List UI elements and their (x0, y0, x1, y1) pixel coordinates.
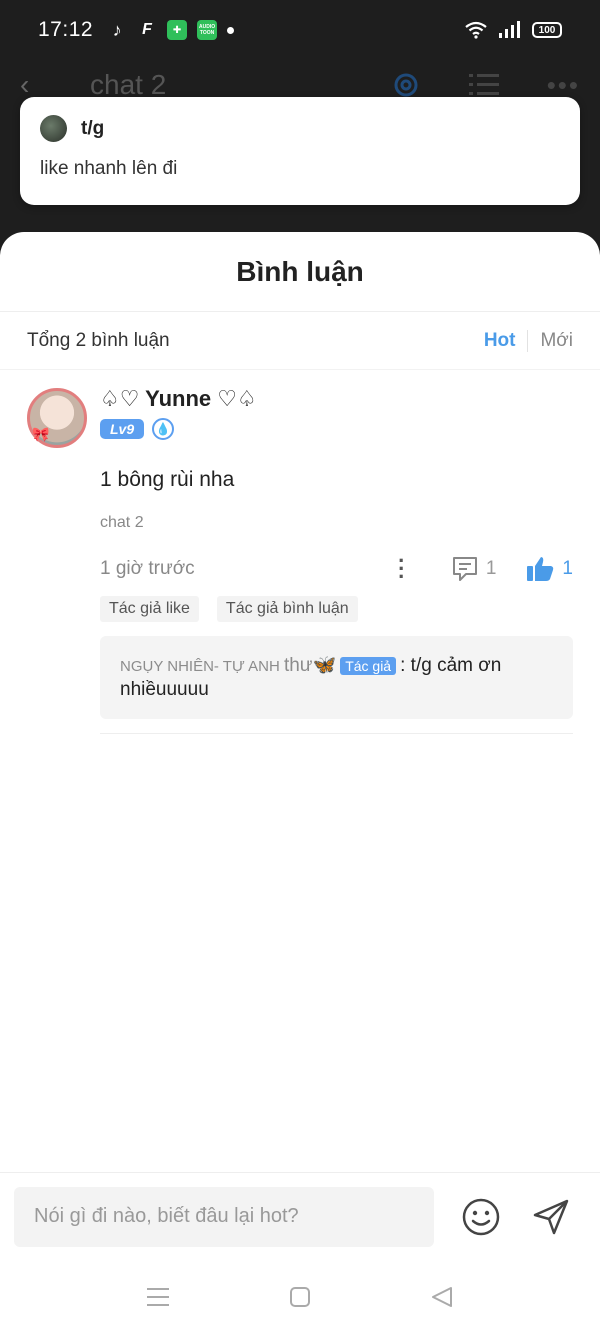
audiotoon-icon: AUDIO TOON (197, 20, 218, 40)
comment-time: 1 giờ trước (100, 558, 195, 579)
bow-decoration-icon: 🎀 (32, 426, 50, 442)
sort-tabs: Hot Mới (472, 329, 573, 352)
freefire-icon: F (142, 21, 152, 38)
home-nav-icon[interactable] (289, 1286, 311, 1308)
status-app-icons: ♪ F ✚ AUDIO TOON (107, 19, 235, 40)
emoji-icon[interactable] (462, 1198, 500, 1236)
menu-nav-icon[interactable] (147, 1287, 169, 1307)
sort-tab-hot[interactable]: Hot (472, 330, 528, 352)
user-badges: Lv9 💧 (100, 418, 573, 440)
author-liked-tag: Tác giả like (100, 596, 199, 622)
comment-total: Tổng 2 bình luận (27, 329, 170, 351)
settings-gear-icon (394, 73, 418, 97)
back-nav-icon[interactable] (431, 1286, 453, 1308)
like-count: 1 (562, 558, 573, 579)
reply-author[interactable]: NGỤY NHIÊN- TỰ ANH thư🦋 (120, 655, 337, 676)
commenter-avatar[interactable]: 🎀 (27, 388, 87, 448)
commenter-name[interactable]: ♤♡ Yunne ♡♤ (100, 386, 573, 412)
comment-text: 1 bông rùi nha (100, 468, 235, 491)
notification-dot (227, 26, 235, 34)
reply-button[interactable]: 1 (452, 556, 497, 582)
status-time: 17:12 (38, 18, 94, 41)
thumbs-up-icon (527, 557, 554, 581)
reply-count: 1 (485, 558, 497, 579)
comment-input[interactable] (14, 1186, 434, 1247)
sheet-title: Bình luận (0, 232, 600, 312)
reply-icon (452, 557, 477, 581)
like-button[interactable]: 1 (526, 556, 573, 582)
comment-more-icon[interactable]: · · · (390, 550, 414, 588)
author-replied-tag: Tác giả bình luận (216, 596, 358, 622)
list-icon (468, 74, 499, 95)
wifi-icon (465, 21, 487, 39)
comment-divider (100, 733, 573, 734)
tiktok-icon: ♪ (112, 19, 122, 40)
system-nav-bar (0, 1260, 600, 1333)
notification-toast[interactable]: t/g like nhanh lên đi (20, 97, 580, 205)
comments-summary: Tổng 2 bình luận Hot Mới (0, 312, 600, 370)
comments-sheet: Bình luận Tổng 2 bình luận Hot Mới 🎀 ♤♡ … (0, 232, 600, 1333)
send-icon[interactable] (532, 1198, 570, 1236)
reply-preview[interactable]: NGỤY NHIÊN- TỰ ANH thư🦋 Tác giả: t/g cảm … (100, 636, 573, 719)
more-options-icon: ••• (546, 69, 580, 100)
battery-icon: 100 (532, 22, 562, 38)
signal-icon (499, 21, 520, 38)
sort-tab-new[interactable]: Mới (527, 329, 573, 352)
comment-chapter[interactable]: chat 2 (100, 514, 573, 532)
author-tag: Tác giả (340, 657, 397, 675)
status-bar: 17:12 ♪ F ✚ AUDIO TOON 100 (0, 0, 600, 60)
droplet-badge-icon: 💧 (152, 418, 175, 440)
comment-item: 🎀 ♤♡ Yunne ♡♤ Lv9 💧 1 bông rùi nha chat … (0, 370, 600, 734)
notification-avatar (40, 115, 67, 142)
notification-message: like nhanh lên đi (40, 158, 178, 179)
reply-author-name: NGỤY NHIÊN- TỰ ANH (120, 658, 280, 675)
comment-input-bar (0, 1172, 600, 1260)
notification-user: t/g (81, 117, 105, 139)
level-badge: Lv9 (100, 419, 145, 439)
shield-app-icon: ✚ (167, 20, 188, 40)
comment-tags: Tác giả like Tác giả bình luận (100, 596, 573, 622)
reply-author-suffix: thư🦋 (283, 655, 337, 676)
